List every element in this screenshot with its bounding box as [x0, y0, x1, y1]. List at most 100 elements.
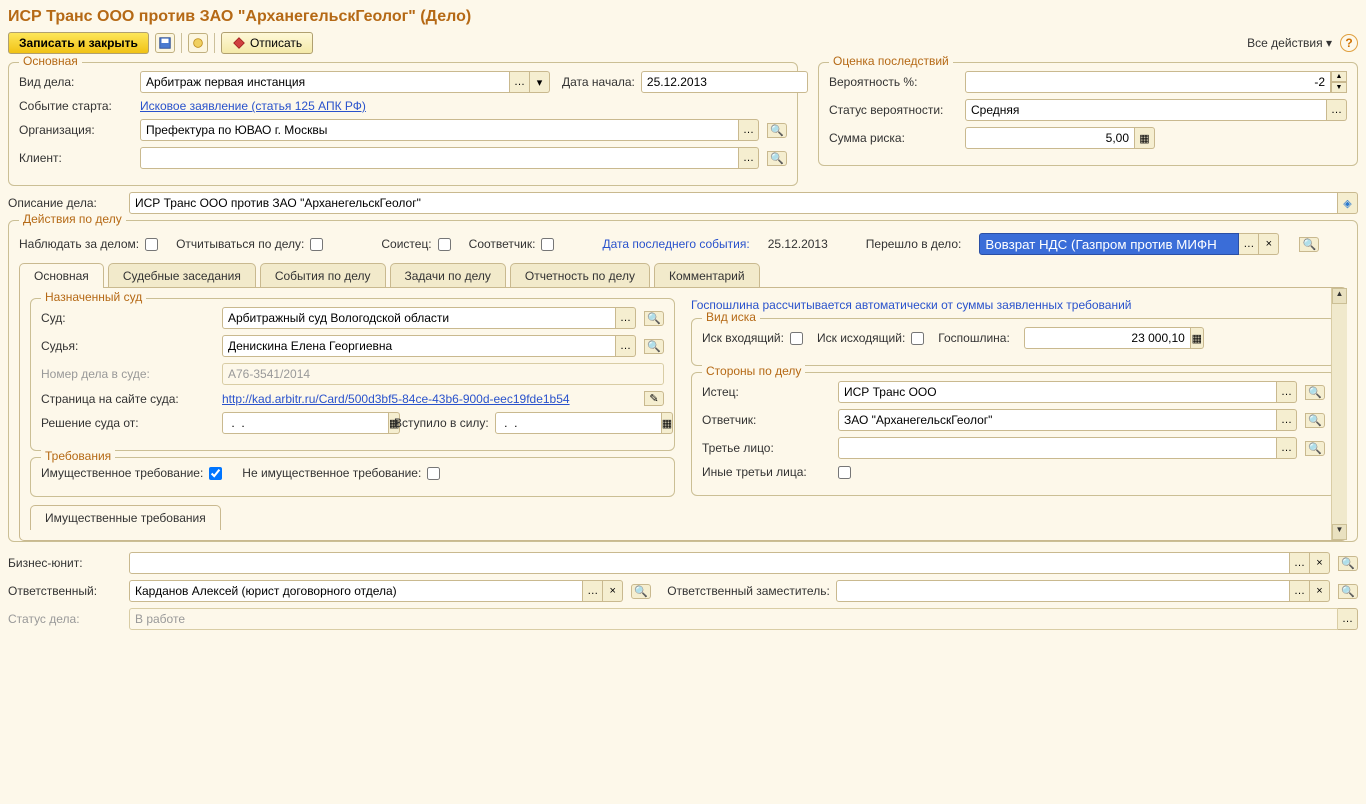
other-third-checkbox[interactable] — [838, 466, 851, 479]
nonprop-claim-checkbox[interactable] — [427, 467, 440, 480]
unsubscribe-label: Отписать — [250, 36, 302, 50]
spinner[interactable]: ▲▼ — [1331, 71, 1347, 93]
calculator-icon[interactable]: ▦ — [1135, 127, 1155, 149]
ellipsis-icon[interactable]: … — [616, 335, 636, 357]
transferred-label: Перешло в дело: — [866, 237, 962, 251]
scrollbar[interactable]: ▲ ▼ — [1331, 288, 1347, 540]
tab-hearings[interactable]: Судебные заседания — [108, 263, 256, 288]
effect-input[interactable] — [495, 412, 662, 434]
codefendant-checkbox[interactable] — [541, 238, 554, 251]
third-input[interactable] — [838, 437, 1277, 459]
main-legend: Основная — [19, 54, 82, 68]
clear-icon[interactable]: × — [603, 580, 623, 602]
risk-input[interactable] — [965, 127, 1135, 149]
ellipsis-icon[interactable]: … — [1239, 233, 1259, 255]
judge-input[interactable] — [222, 335, 616, 357]
ellipsis-icon[interactable]: … — [510, 71, 530, 93]
calculator-icon[interactable]: ▦ — [1191, 327, 1204, 349]
help-icon[interactable]: ? — [1340, 34, 1358, 52]
decision-input[interactable] — [222, 412, 389, 434]
codefendant-label: Соответчик: — [469, 237, 555, 251]
search-icon[interactable]: 🔍 — [1299, 237, 1319, 252]
save-icon[interactable] — [155, 33, 175, 53]
ellipsis-icon[interactable]: … — [1277, 381, 1297, 403]
coistets-checkbox[interactable] — [438, 238, 451, 251]
clear-icon[interactable]: × — [1310, 580, 1330, 602]
org-input[interactable] — [140, 119, 739, 141]
scroll-down-icon[interactable]: ▼ — [1332, 524, 1347, 540]
court-page-link[interactable]: http://kad.arbitr.ru/Card/500d3bf5-84ce-… — [222, 392, 636, 406]
tab-main[interactable]: Основная — [19, 263, 104, 288]
start-date-input[interactable] — [641, 71, 808, 93]
prob-status-label: Статус вероятности: — [829, 103, 959, 117]
unit-input[interactable] — [129, 552, 1290, 574]
subtab-prop-claims[interactable]: Имущественные требования — [30, 505, 221, 530]
ellipsis-icon[interactable]: … — [739, 119, 759, 141]
deputy-input[interactable] — [836, 580, 1290, 602]
ellipsis-icon[interactable]: … — [583, 580, 603, 602]
search-icon[interactable]: 🔍 — [1338, 584, 1358, 599]
tab-tasks[interactable]: Задачи по делу — [390, 263, 506, 288]
ellipsis-icon[interactable]: … — [739, 147, 759, 169]
case-type-input[interactable] — [140, 71, 510, 93]
judge-label: Судья: — [41, 339, 216, 353]
tab-events[interactable]: События по делу — [260, 263, 386, 288]
search-icon[interactable]: 🔍 — [1305, 441, 1325, 456]
resp-input[interactable] — [129, 580, 583, 602]
all-actions-dropdown[interactable]: Все действия ▾ — [1247, 36, 1332, 50]
clear-icon[interactable]: × — [1259, 233, 1279, 255]
clear-icon[interactable]: × — [1310, 552, 1330, 574]
ellipsis-icon[interactable]: … — [1290, 580, 1310, 602]
prob-input[interactable] — [965, 71, 1331, 93]
case-no-input — [222, 363, 664, 385]
search-icon[interactable]: 🔍 — [767, 151, 787, 166]
ellipsis-icon[interactable]: … — [1327, 99, 1347, 121]
plaintiff-input[interactable] — [838, 381, 1277, 403]
start-date-label: Дата начала: — [562, 75, 635, 89]
ellipsis-icon[interactable]: … — [1277, 409, 1297, 431]
unsubscribe-button[interactable]: Отписать — [221, 32, 313, 54]
parties-legend: Стороны по делу — [702, 364, 805, 378]
defendant-input[interactable] — [838, 409, 1277, 431]
search-icon[interactable]: 🔍 — [1305, 413, 1325, 428]
dropdown-icon[interactable]: ▾ — [530, 71, 550, 93]
prop-claim-checkbox[interactable] — [209, 467, 222, 480]
desc-input[interactable] — [129, 192, 1338, 214]
save-close-button[interactable]: Записать и закрыть — [8, 32, 149, 54]
search-icon[interactable]: 🔍 — [644, 339, 664, 354]
fee-input[interactable] — [1024, 327, 1191, 349]
start-event-link[interactable]: Исковое заявление (статья 125 АПК РФ) — [140, 99, 366, 113]
last-event-label: Дата последнего события: — [602, 237, 749, 251]
client-input[interactable] — [140, 147, 739, 169]
spinner-down-icon[interactable]: ▼ — [1331, 82, 1347, 93]
incoming-checkbox[interactable] — [790, 332, 803, 345]
prob-status-input[interactable] — [965, 99, 1327, 121]
ellipsis-icon[interactable]: … — [1338, 608, 1358, 630]
calendar-icon[interactable]: ▦ — [662, 412, 673, 434]
transferred-input[interactable] — [979, 233, 1239, 255]
ellipsis-icon[interactable]: … — [1290, 552, 1310, 574]
search-icon[interactable]: 🔍 — [631, 584, 651, 599]
spinner-up-icon[interactable]: ▲ — [1331, 71, 1347, 82]
search-icon[interactable]: 🔍 — [644, 311, 664, 326]
ellipsis-icon[interactable]: … — [616, 307, 636, 329]
scroll-up-icon[interactable]: ▲ — [1332, 288, 1347, 304]
tab-comment[interactable]: Комментарий — [654, 263, 760, 288]
other-third-label: Иные третьи лица: — [702, 465, 832, 479]
export-icon[interactable] — [188, 33, 208, 53]
outgoing-checkbox[interactable] — [911, 332, 924, 345]
ellipsis-icon[interactable]: … — [1277, 437, 1297, 459]
watch-checkbox[interactable] — [145, 238, 158, 251]
fee-note: Госпошлина рассчитывается автоматически … — [691, 298, 1336, 312]
report-checkbox[interactable] — [310, 238, 323, 251]
scroll-track[interactable] — [1332, 304, 1347, 524]
search-icon[interactable]: 🔍 — [767, 123, 787, 138]
tabs: Основная Судебные заседания События по д… — [19, 263, 1347, 288]
edit-icon[interactable]: ✎ — [644, 391, 664, 406]
search-icon[interactable]: 🔍 — [1338, 556, 1358, 571]
tab-body: Назначенный суд Суд: … 🔍 Судья: … 🔍 — [19, 287, 1347, 541]
expand-icon[interactable]: ◈ — [1338, 192, 1358, 214]
tab-reports[interactable]: Отчетность по делу — [510, 263, 650, 288]
court-input[interactable] — [222, 307, 616, 329]
search-icon[interactable]: 🔍 — [1305, 385, 1325, 400]
